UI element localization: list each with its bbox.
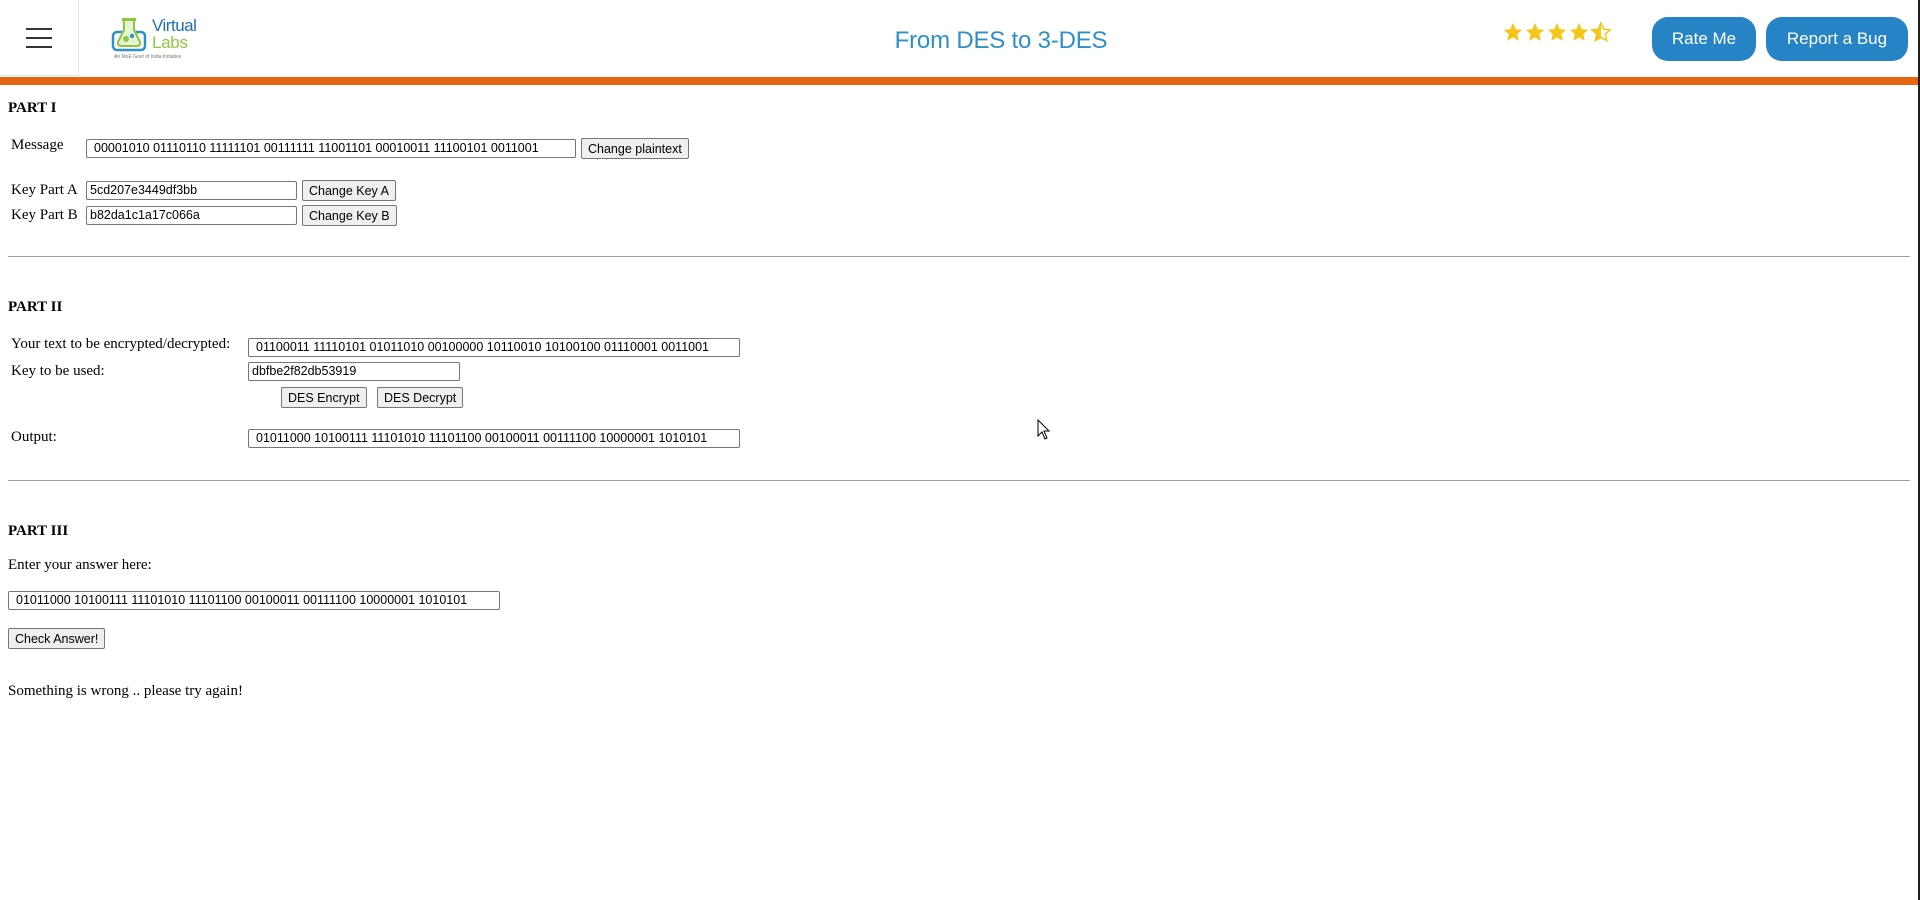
star-icon <box>1569 22 1589 41</box>
output-field[interactable]: 01011000 10100111 11101010 11101100 0010… <box>248 429 740 448</box>
part3-title: PART III <box>8 523 69 539</box>
message-label: Message <box>11 137 64 153</box>
text-to-encrypt-field[interactable]: 01100011 11110101 01011010 00100000 1011… <box>248 338 740 357</box>
rate-me-button[interactable]: Rate Me <box>1652 17 1756 61</box>
key-b-field[interactable]: b82da1c1a17c066a <box>86 206 297 225</box>
result-message: Something is wrong .. please try again! <box>8 683 243 699</box>
star-rating[interactable] <box>1502 21 1612 43</box>
page-title: From DES to 3-DES <box>894 27 1108 54</box>
star-icon <box>1503 22 1523 41</box>
message-field[interactable]: 00001010 01110110 11111101 00111111 1100… <box>86 139 576 158</box>
mouse-pointer-icon <box>1037 419 1051 440</box>
answer-label: Enter your answer here: <box>8 557 152 573</box>
star-icon <box>1547 22 1567 41</box>
change-plaintext-button[interactable]: Change plaintext <box>581 138 689 159</box>
text-to-encrypt-label: Your text to be encrypted/decrypted: <box>11 336 231 352</box>
answer-field[interactable]: 01011000 10100111 11101010 11101100 0010… <box>8 591 500 610</box>
des-decrypt-button[interactable]: DES Decrypt <box>377 387 464 408</box>
half-star-icon <box>1590 21 1612 43</box>
key-a-label: Key Part A <box>11 182 78 198</box>
part1-title: PART I <box>8 100 57 116</box>
app-header: Virtual Labs An MoE Govt of India Initia… <box>0 0 1920 85</box>
change-key-a-button[interactable]: Change Key A <box>302 180 396 201</box>
check-answer-button[interactable]: Check Answer! <box>8 628 106 649</box>
divider <box>8 480 1910 481</box>
part2-title: PART II <box>8 299 63 315</box>
des-encrypt-button[interactable]: DES Encrypt <box>281 387 367 408</box>
key-to-use-label: Key to be used: <box>11 363 105 379</box>
divider <box>8 256 1910 257</box>
change-key-b-button[interactable]: Change Key B <box>302 205 397 226</box>
star-icon <box>1525 22 1545 41</box>
key-a-field[interactable]: 5cd207e3449df3bb <box>86 181 297 200</box>
key-b-label: Key Part B <box>11 207 78 223</box>
output-label: Output: <box>11 429 57 445</box>
key-to-use-field[interactable]: dbfbe2f82db53919 <box>248 362 460 381</box>
report-bug-button[interactable]: Report a Bug <box>1766 17 1908 61</box>
